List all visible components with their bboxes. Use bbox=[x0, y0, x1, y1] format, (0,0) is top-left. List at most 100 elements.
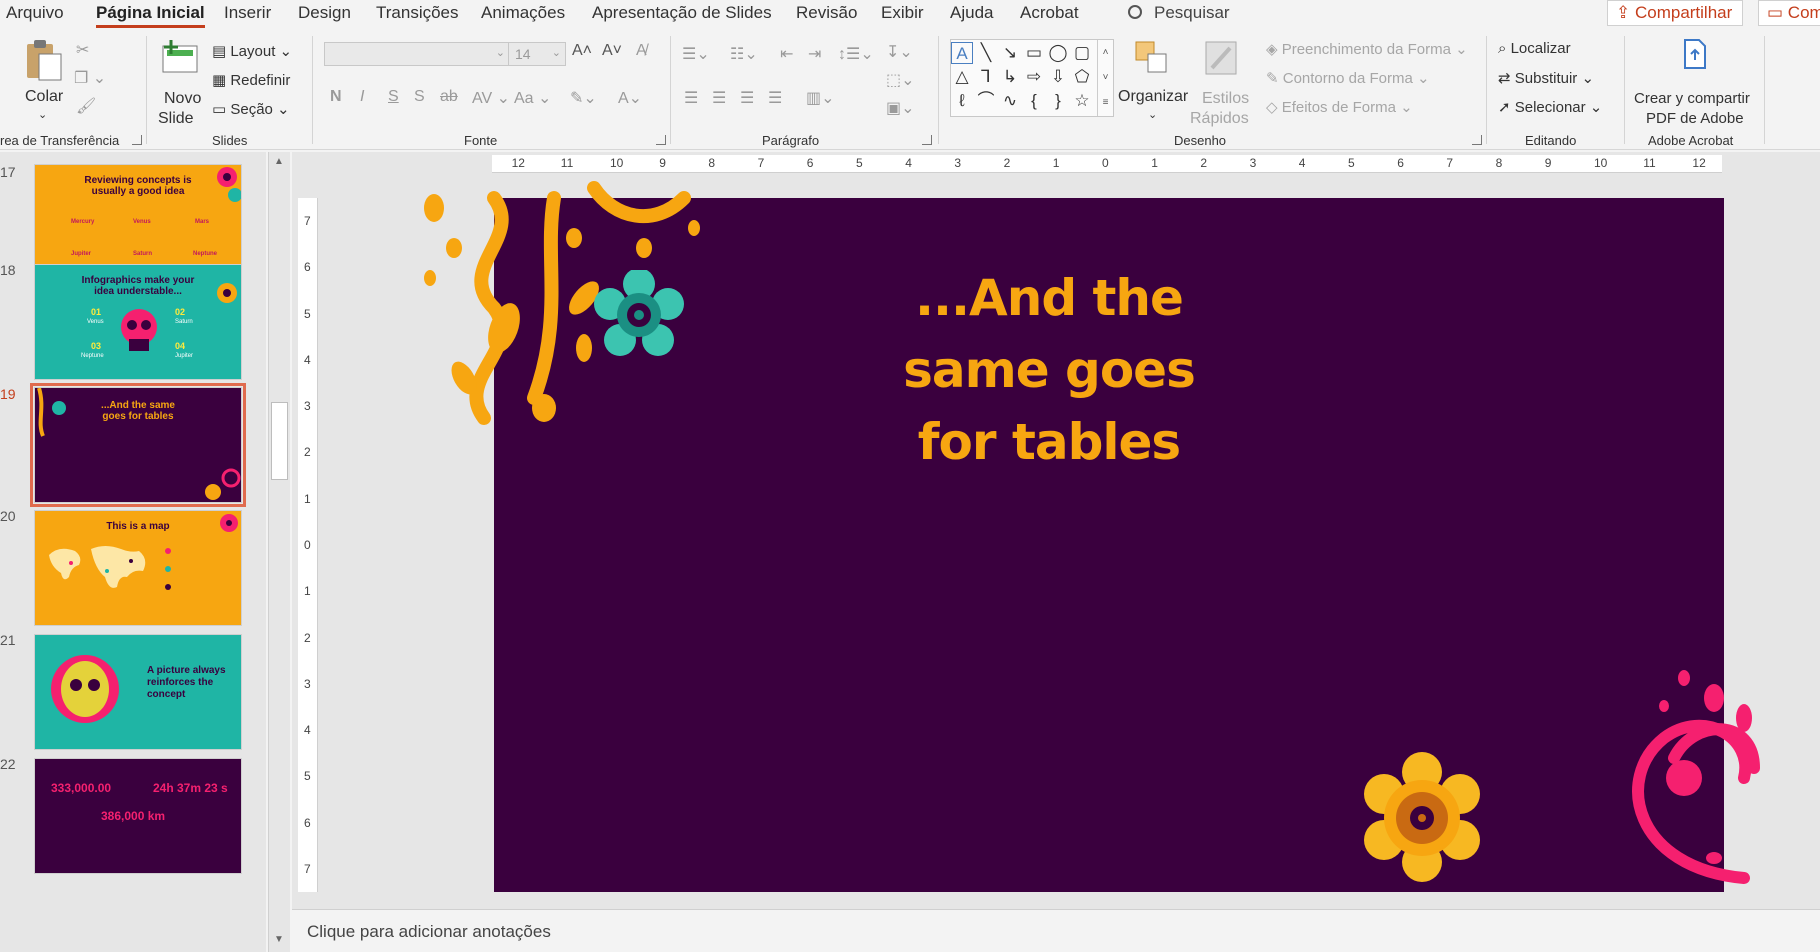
thumbnail-scrollbar[interactable]: ▲ ▼ bbox=[268, 152, 290, 952]
shadow-button[interactable]: S bbox=[414, 88, 425, 106]
section-button[interactable]: ▭ Seção ⌄ bbox=[212, 100, 290, 118]
highlight-icon[interactable]: ✎⌄ bbox=[570, 88, 597, 108]
slide-thumbnail-19[interactable]: ...And the same goes for tables bbox=[30, 383, 246, 507]
change-case-button[interactable]: Aa ⌄ bbox=[514, 88, 551, 108]
clipboard-launcher-icon[interactable] bbox=[132, 135, 142, 145]
font-name-combo[interactable]: ⌄ bbox=[324, 42, 510, 66]
align-text-icon[interactable]: ⬚⌄ bbox=[886, 70, 915, 90]
share-button[interactable]: ⇪ Compartilhar bbox=[1607, 0, 1743, 26]
decrease-indent-icon[interactable]: ⇤ bbox=[780, 44, 793, 64]
columns-icon[interactable]: ▥⌄ bbox=[806, 88, 835, 108]
shape-outline-button[interactable]: ✎ Contorno da Forma ⌄ bbox=[1266, 69, 1430, 87]
drawing-launcher-icon[interactable] bbox=[1472, 135, 1482, 145]
char-spacing-button[interactable]: AV ⌄ bbox=[472, 88, 510, 108]
oval-icon[interactable]: ◯ bbox=[1047, 42, 1069, 64]
numbering-icon[interactable]: ☷⌄ bbox=[730, 44, 758, 64]
slide-canvas[interactable]: ...And the same goes for tables bbox=[424, 181, 1760, 892]
font-size-combo[interactable]: 14 ⌄ bbox=[508, 42, 566, 66]
grow-font-icon[interactable]: A˄ bbox=[572, 42, 592, 60]
slide-title[interactable]: ...And the same goes for tables bbox=[874, 262, 1224, 478]
find-button[interactable]: ⌕ Localizar bbox=[1498, 40, 1571, 57]
down-arrow-icon[interactable]: ⇩ bbox=[1047, 66, 1069, 88]
tab-acrobat[interactable]: Acrobat bbox=[1020, 3, 1079, 23]
layout-button[interactable]: ▤ Layout ⌄ bbox=[212, 42, 292, 60]
scribble-icon[interactable]: ℓ bbox=[951, 90, 973, 112]
shape-effects-button[interactable]: ◇ Efeitos de Forma ⌄ bbox=[1266, 98, 1413, 116]
text-box-icon[interactable]: A bbox=[951, 42, 973, 64]
tab-arquivo[interactable]: Arquivo bbox=[6, 3, 64, 23]
shapes-gallery[interactable]: A ╲ ↘ ▭ ◯ ▢ △ ⅂ ↳ ⇨ ⇩ ⬠ ℓ ⌒ ∿ { } ☆ ˄ ˅ ≡ bbox=[950, 39, 1114, 117]
paste-button[interactable]: Colar ⌄ bbox=[16, 38, 72, 128]
slide-thumbnail-22[interactable]: 333,000.00 24h 37m 23 s 386,000 km bbox=[34, 758, 242, 874]
font-color-icon[interactable]: A⌄ bbox=[618, 88, 642, 108]
tab-revisao[interactable]: Revisão bbox=[796, 3, 857, 23]
cut-icon[interactable]: ✂ bbox=[76, 40, 89, 60]
shape-outline-label: Contorno da Forma bbox=[1282, 70, 1413, 87]
slide-thumbnail-21[interactable]: A picture always reinforces the concept bbox=[34, 634, 242, 750]
tab-inserir[interactable]: Inserir bbox=[224, 3, 271, 23]
tab-pagina-inicial[interactable]: Página Inicial bbox=[96, 3, 205, 28]
reset-button[interactable]: ▦ Redefinir bbox=[212, 71, 290, 89]
copy-icon[interactable]: ❐ ⌄ bbox=[74, 68, 106, 88]
tab-apresentacao[interactable]: Apresentação de Slides bbox=[592, 3, 772, 23]
arrange-button[interactable]: Organizar ⌄ bbox=[1118, 38, 1188, 128]
new-slide-button[interactable]: Novo Slide bbox=[156, 38, 206, 130]
line-icon[interactable]: ╲ bbox=[975, 42, 997, 64]
curve-icon[interactable]: ∿ bbox=[999, 90, 1021, 112]
bold-button[interactable]: N bbox=[330, 88, 342, 106]
arrow-line-icon[interactable]: ↘ bbox=[999, 42, 1021, 64]
scroll-up-icon[interactable]: ▲ bbox=[274, 156, 284, 167]
italic-button[interactable]: I bbox=[360, 88, 364, 106]
left-brace-icon[interactable]: { bbox=[1023, 90, 1045, 112]
font-launcher-icon[interactable] bbox=[656, 135, 666, 145]
text-direction-icon[interactable]: ↧⌄ bbox=[886, 42, 913, 62]
triangle-icon[interactable]: △ bbox=[951, 66, 973, 88]
format-painter-icon[interactable]: 🖌 bbox=[76, 96, 96, 116]
create-pdf-button[interactable]: Crear y compartir PDF de Adobe bbox=[1632, 38, 1756, 130]
slide-number: 21 bbox=[0, 632, 16, 648]
elbow-arrow-icon[interactable]: ↳ bbox=[999, 66, 1021, 88]
align-left-icon[interactable]: ☰ bbox=[684, 88, 698, 108]
tab-design[interactable]: Design bbox=[298, 3, 351, 23]
line-spacing-icon[interactable]: ↕☰⌄ bbox=[838, 44, 874, 64]
align-center-icon[interactable]: ☰ bbox=[712, 88, 726, 108]
slide-thumbnail-18[interactable]: Infographics make your idea understable.… bbox=[34, 264, 242, 380]
tab-exibir[interactable]: Exibir bbox=[881, 3, 924, 23]
divider bbox=[938, 36, 939, 144]
rounded-rect-icon[interactable]: ▢ bbox=[1071, 42, 1093, 64]
scrollbar-thumb[interactable] bbox=[271, 402, 288, 480]
freeform-icon[interactable]: ⬠ bbox=[1071, 66, 1093, 88]
shrink-font-icon[interactable]: A˅ bbox=[602, 42, 622, 60]
strikethrough-button[interactable]: ab bbox=[440, 88, 458, 106]
replace-button[interactable]: ⇄ Substituir ⌄ bbox=[1498, 69, 1594, 87]
replace-label: Substituir bbox=[1514, 70, 1578, 87]
notes-pane[interactable]: Clique para adicionar anotações bbox=[292, 909, 1820, 952]
star-icon[interactable]: ☆ bbox=[1071, 90, 1093, 112]
quick-styles-button[interactable]: Estilos Rápidos bbox=[1190, 38, 1254, 130]
ruler-tick-label: 6 bbox=[806, 156, 814, 170]
right-brace-icon[interactable]: } bbox=[1047, 90, 1069, 112]
smartart-icon[interactable]: ▣⌄ bbox=[886, 98, 915, 118]
underline-button[interactable]: S bbox=[388, 88, 399, 106]
arc-icon[interactable]: ⌒ bbox=[975, 90, 997, 112]
rectangle-icon[interactable]: ▭ bbox=[1023, 42, 1045, 64]
tab-animacoes[interactable]: Animações bbox=[481, 3, 565, 23]
comments-button[interactable]: ▭ Com bbox=[1758, 0, 1820, 26]
tab-ajuda[interactable]: Ajuda bbox=[950, 3, 993, 23]
shape-fill-button[interactable]: ◈ Preenchimento da Forma ⌄ bbox=[1266, 40, 1468, 58]
right-arrow-icon[interactable]: ⇨ bbox=[1023, 66, 1045, 88]
elbow-connector-icon[interactable]: ⅂ bbox=[975, 66, 997, 88]
gallery-scroll[interactable]: ˄ ˅ ≡ bbox=[1097, 40, 1113, 116]
search-box[interactable]: Pesquisar bbox=[1128, 3, 1230, 23]
align-right-icon[interactable]: ☰ bbox=[740, 88, 754, 108]
justify-icon[interactable]: ☰ bbox=[768, 88, 782, 108]
select-button[interactable]: ➚ Selecionar ⌄ bbox=[1498, 98, 1602, 116]
bullets-icon[interactable]: ☰⌄ bbox=[682, 44, 710, 64]
clear-format-icon[interactable]: A̸ bbox=[636, 42, 647, 60]
slide-thumbnail-17[interactable]: Reviewing concepts is usually a good ide… bbox=[34, 164, 242, 280]
tab-transicoes[interactable]: Transições bbox=[376, 3, 459, 23]
scroll-down-icon[interactable]: ▼ bbox=[274, 934, 284, 945]
paragraph-launcher-icon[interactable] bbox=[922, 135, 932, 145]
increase-indent-icon[interactable]: ⇥ bbox=[808, 44, 821, 64]
slide-thumbnail-20[interactable]: This is a map bbox=[34, 510, 242, 626]
